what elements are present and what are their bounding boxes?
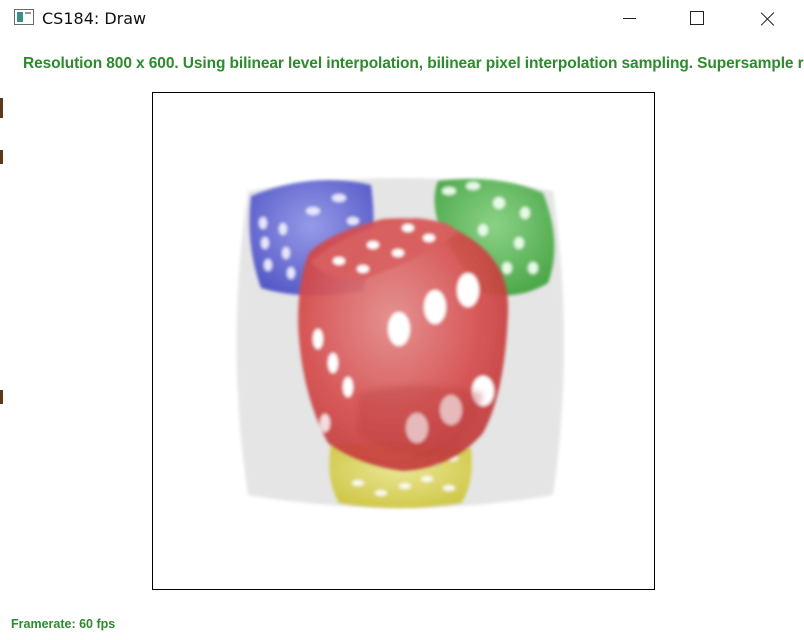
- minimize-icon: [623, 18, 636, 19]
- background-window-edge: [0, 98, 3, 118]
- render-status-text: Resolution 800 x 600. Using bilinear lev…: [23, 55, 804, 72]
- maximize-icon: [690, 11, 704, 25]
- background-window-edge: [0, 390, 3, 404]
- title-bar[interactable]: CS184: Draw: [0, 0, 804, 38]
- close-icon: [760, 11, 776, 27]
- app-window-icon: [14, 9, 34, 25]
- close-button[interactable]: [745, 0, 791, 38]
- render-canvas[interactable]: [152, 92, 655, 590]
- maximize-button[interactable]: [675, 0, 721, 38]
- minimize-button[interactable]: [606, 0, 652, 38]
- window-title: CS184: Draw: [42, 9, 147, 28]
- background-window-edge: [0, 150, 3, 164]
- framerate-text: Framerate: 60 fps: [11, 617, 116, 631]
- textured-dice-image: [236, 178, 564, 508]
